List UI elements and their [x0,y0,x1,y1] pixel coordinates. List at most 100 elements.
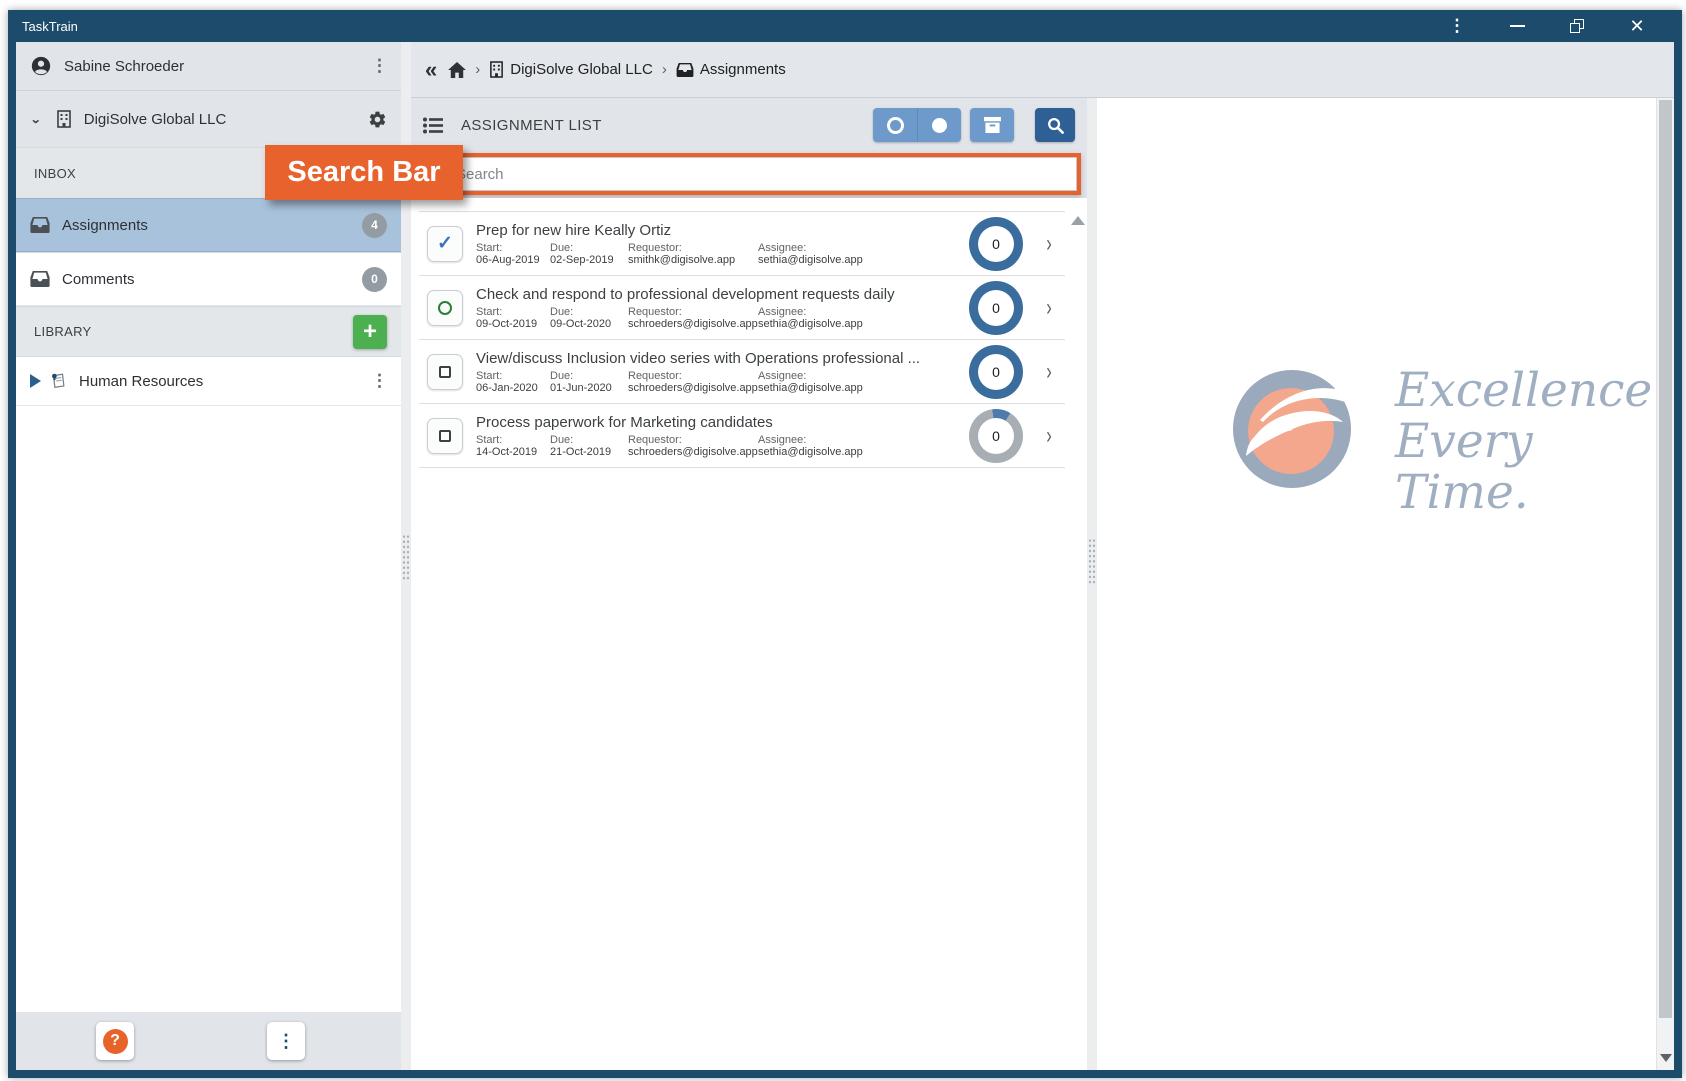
list-toolbar [873,108,1075,142]
status-checkbox-not-started[interactable] [427,417,463,454]
assignee-email: sethia@digisolve.app [758,381,863,394]
assignment-text: Prep for new hire Keally Ortiz Start: Du… [476,222,963,266]
archive-box-icon [983,117,1001,133]
organization-name: DigiSolve Global LLC [83,110,227,128]
breadcrumb-assignments[interactable]: Assignments [676,61,786,78]
assignment-title: Process paperwork for Marketing candidat… [476,413,773,431]
scroll-down-arrow-icon[interactable] [1660,1054,1672,1062]
progress-ring: 0 [969,280,1023,335]
due-date: 01-Jun-2020 [550,381,612,394]
library-section-label: LIBRARY [34,324,92,339]
comments-label: Comments [62,270,135,288]
brand-block: Excellence. Every Time. [1233,365,1667,518]
close-icon: ✕ [1629,16,1645,36]
assignee-email: sethia@digisolve.app [758,317,863,330]
right-scrollbar[interactable] [1656,98,1674,1070]
scroll-up-arrow-icon[interactable] [1071,216,1085,225]
assignment-list-panel: ASSIGNMENT LIST Search ✓ Prep for new hi… [411,98,1087,1070]
start-date: 06-Jan-2020 [476,381,538,394]
search-bar-highlight [437,153,1081,195]
gear-icon[interactable] [368,110,387,129]
user-menu-kebab-icon[interactable]: ⋮ [371,57,388,74]
close-button[interactable]: ✕ [1620,14,1654,38]
search-input[interactable] [441,157,1077,191]
add-library-button[interactable]: + [353,314,387,349]
assignment-row[interactable]: Process paperwork for Marketing candidat… [419,404,1065,468]
assignment-list-body: ✓ Prep for new hire Keally Ortiz Start: … [411,198,1087,1070]
search-toggle-button[interactable] [1035,108,1075,142]
due-date: 09-Oct-2020 [550,317,612,330]
due-label: Due: [550,433,574,446]
assignee-label: Assignee: [758,369,807,382]
assignment-text: Process paperwork for Marketing candidat… [476,414,963,458]
progress-value: 0 [978,353,1014,390]
status-checkbox-completed[interactable]: ✓ [427,225,463,262]
requestor-email: schroeders@digisolve.app [628,317,758,330]
assignment-row[interactable]: Check and respond to professional develo… [419,276,1065,340]
assignee-label: Assignee: [758,241,807,254]
user-name: Sabine Schroeder [64,57,185,75]
archive-button[interactable] [970,108,1014,142]
minimize-button[interactable] [1500,14,1534,38]
filter-open-button[interactable] [873,108,917,142]
status-checkbox-not-started[interactable] [427,353,463,390]
assignment-row[interactable]: ✓ Prep for new hire Keally Ortiz Start: … [419,212,1065,276]
row-chevron-icon[interactable]: › [1046,358,1052,386]
splitter-grip-icon[interactable] [1088,538,1096,584]
assignments-inbox-icon [30,217,50,233]
progress-value: 0 [978,289,1014,326]
breadcrumb-organization[interactable]: DigiSolve Global LLC [489,61,653,78]
restore-icon [1570,19,1584,33]
assignment-row[interactable]: View/discuss Inclusion video series with… [419,340,1065,404]
organization-row[interactable]: ⌄ DigiSolve Global LLC [16,90,401,147]
tasktrain-logo-icon [1233,370,1351,488]
tagline-line: Every [1395,413,1533,469]
restore-button[interactable] [1560,14,1594,38]
sidebar-spacer [16,406,401,1012]
comments-count-badge: 0 [362,266,387,292]
assignment-title: Check and respond to professional develo… [476,285,895,303]
human-resources-label: Human Resources [79,372,204,390]
main-region: « › DigiSolve Global LLC › Assignments A… [411,42,1674,1070]
detail-panel: Excellence. Every Time. [1097,98,1674,1070]
splitter-grip-icon[interactable] [402,534,410,580]
start-label: Start: [476,433,503,446]
help-button[interactable]: ? [96,1022,134,1060]
human-resources-kebab-icon[interactable]: ⋮ [371,372,388,389]
assignment-text: View/discuss Inclusion video series with… [476,350,963,394]
start-date: 09-Oct-2019 [476,317,538,330]
collapse-double-chevron-icon[interactable]: « [425,58,437,81]
requestor-label: Requestor: [628,369,682,382]
row-chevron-icon[interactable]: › [1046,422,1052,450]
sidebar-item-assignments[interactable]: Assignments 4 [16,198,401,252]
expand-triangle-icon[interactable] [30,374,41,388]
sidebar-item-comments[interactable]: Comments 0 [16,252,401,306]
building-icon [56,110,71,128]
filter-closed-button[interactable] [917,108,961,142]
chevron-down-icon[interactable]: ⌄ [30,112,42,126]
user-avatar-icon [31,56,51,76]
user-row[interactable]: Sabine Schroeder ⋮ [16,42,401,90]
app-window: TaskTrain ⋮ ✕ Sabine Schroeder ⋮ ⌄ DigiS… [8,10,1682,1078]
sidebar-menu-button[interactable]: ⋮ [267,1022,305,1060]
assignee-email: sethia@digisolve.app [758,253,863,266]
not-started-square-icon [439,365,451,378]
tagline-line: Excellence. [1395,363,1668,418]
progress-value: 0 [978,417,1014,454]
status-checkbox-in-progress[interactable] [427,289,463,326]
plus-icon: + [362,317,377,345]
assignments-inbox-icon [676,62,694,77]
row-chevron-icon[interactable]: › [1046,294,1052,322]
window-menu-kebab-icon[interactable]: ⋮ [1440,14,1474,38]
breadcrumb-separator-icon: › [475,61,481,78]
row-chevron-icon[interactable]: › [1046,230,1052,258]
panel-splitter[interactable] [1087,98,1097,1070]
due-label: Due: [550,241,574,254]
progress-ring: 0 [969,216,1023,271]
circle-filled-icon [932,117,947,133]
scrollbar-thumb[interactable] [1659,100,1672,1018]
breadcrumb-separator-icon: › [661,61,667,78]
sidebar-item-human-resources[interactable]: Human Resources ⋮ [16,356,401,406]
breadcrumb-home[interactable] [448,61,467,78]
assignee-email: sethia@digisolve.app [758,445,863,458]
